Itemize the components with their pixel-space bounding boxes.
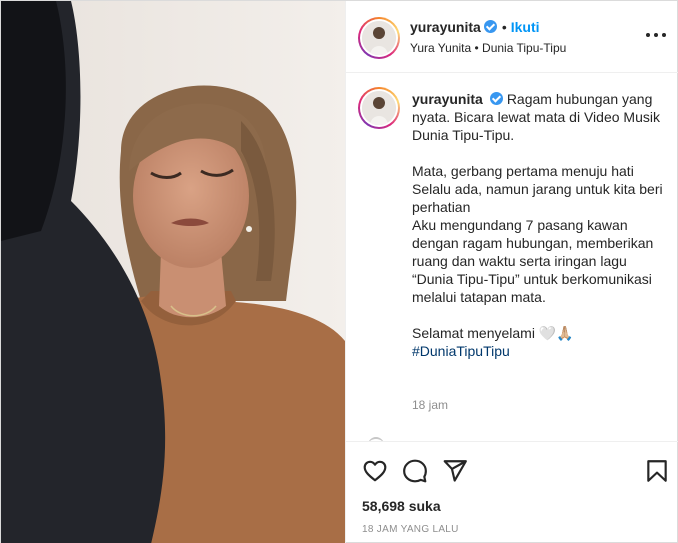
comment-icon[interactable] — [402, 458, 428, 484]
caption-body: Mata, gerbang pertama menuju hati Selalu… — [412, 163, 663, 305]
avatar[interactable] — [358, 17, 400, 59]
caption-timestamp[interactable]: 18 jam — [412, 398, 448, 412]
heart-icon[interactable] — [362, 458, 388, 484]
paper-plane-icon[interactable] — [442, 458, 468, 484]
post-subtitle[interactable]: Yura Yunita • Dunia Tipu-Tipu — [410, 41, 566, 55]
separator-dot: • — [501, 19, 507, 35]
caption-username-link[interactable]: yurayunita — [412, 91, 483, 107]
follow-button[interactable]: Ikuti — [511, 19, 540, 35]
verified-badge-icon — [483, 20, 497, 33]
verified-badge-icon — [489, 92, 503, 105]
more-options-icon[interactable] — [644, 27, 668, 43]
post-caption: yurayunita Ragam hubungan yang nyata. Bic… — [412, 90, 668, 360]
post-sidebar: yurayunita • Ikuti Yura Yunita • Dunia Tip… — [345, 1, 678, 543]
avatar-image — [362, 91, 396, 125]
hashtag-link[interactable]: #DuniaTipuTipu — [412, 343, 510, 359]
post-actions: 58,698 suka 18 JAM YANG LALU — [346, 441, 678, 543]
header-title-row: yurayunita • Ikuti — [410, 19, 540, 35]
post-timestamp[interactable]: 18 JAM YANG LALU — [362, 524, 459, 535]
post-header: yurayunita • Ikuti Yura Yunita • Dunia Tip… — [346, 1, 678, 73]
instagram-post: yurayunita • Ikuti Yura Yunita • Dunia Tip… — [0, 0, 678, 543]
caption-closing: Selamat menyelami 🤍🙏🏼 — [412, 325, 574, 341]
comments-section: yurayunita Ragam hubungan yang nyata. Bic… — [346, 73, 678, 441]
avatar-image — [362, 21, 396, 55]
bookmark-icon[interactable] — [644, 458, 670, 484]
photo-illustration — [1, 1, 345, 543]
post-photo[interactable] — [1, 1, 345, 543]
username-link[interactable]: yurayunita — [410, 19, 481, 35]
likes-count[interactable]: 58,698 suka — [362, 498, 441, 514]
caption-avatar[interactable] — [358, 87, 400, 129]
